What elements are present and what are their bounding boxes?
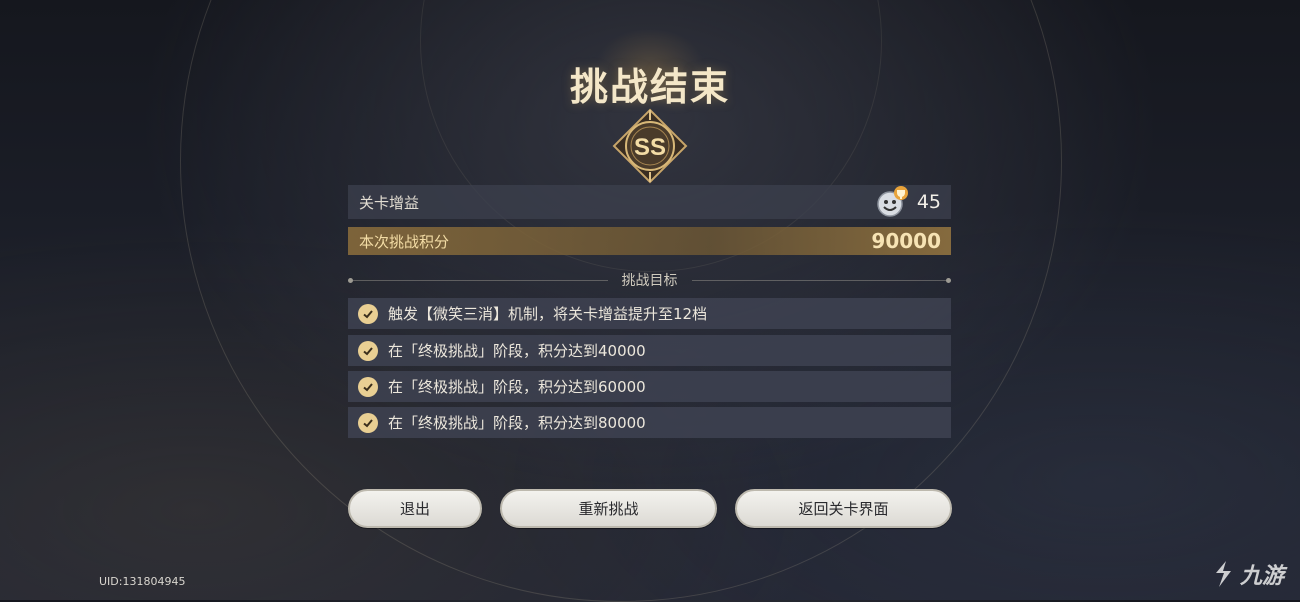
watermark-logo-icon bbox=[1216, 561, 1231, 587]
back-to-stage-button[interactable]: 返回关卡界面 bbox=[735, 489, 952, 528]
check-icon bbox=[358, 376, 378, 397]
goal-item: 触发【微笑三消】机制，将关卡增益提升至12档 bbox=[348, 298, 951, 329]
stage-buff-row: 关卡增益 45 bbox=[348, 185, 951, 219]
divider-dot bbox=[946, 277, 951, 283]
challenge-score-label: 本次挑战积分 bbox=[359, 232, 450, 251]
goal-text: 在「终极挑战」阶段，积分达到60000 bbox=[388, 378, 646, 396]
check-icon bbox=[358, 303, 378, 324]
rank-badge-icon: SS bbox=[612, 108, 688, 184]
goal-item: 在「终极挑战」阶段，积分达到80000 bbox=[348, 407, 951, 438]
check-icon bbox=[358, 412, 378, 433]
uid-label: UID:131804945 bbox=[99, 575, 186, 588]
smile-trophy-icon bbox=[877, 186, 908, 217]
goals-header: 挑战目标 bbox=[348, 270, 951, 290]
stage-buff-value: 45 bbox=[916, 191, 941, 213]
challenge-score-value: 90000 bbox=[871, 229, 941, 253]
goal-text: 在「终极挑战」阶段，积分达到80000 bbox=[388, 414, 646, 432]
goals-header-label: 挑战目标 bbox=[621, 273, 678, 289]
goal-item: 在「终极挑战」阶段，积分达到40000 bbox=[348, 335, 951, 366]
page-title: 挑战结束 bbox=[569, 65, 730, 109]
exit-button[interactable]: 退出 bbox=[348, 489, 482, 528]
goal-item: 在「终极挑战」阶段，积分达到60000 bbox=[348, 371, 951, 402]
retry-button[interactable]: 重新挑战 bbox=[500, 489, 717, 528]
watermark: 九游 bbox=[1210, 558, 1284, 590]
rank-text: SS bbox=[634, 134, 666, 161]
divider-line bbox=[691, 279, 946, 281]
watermark-text: 九游 bbox=[1240, 564, 1285, 589]
divider-line bbox=[353, 279, 608, 281]
goal-text: 在「终极挑战」阶段，积分达到40000 bbox=[388, 342, 646, 360]
challenge-score-row: 本次挑战积分 90000 bbox=[348, 227, 951, 255]
goal-text: 触发【微笑三消】机制，将关卡增益提升至12档 bbox=[388, 305, 708, 323]
stage-buff-label: 关卡增益 bbox=[359, 193, 420, 212]
check-icon bbox=[358, 340, 378, 361]
